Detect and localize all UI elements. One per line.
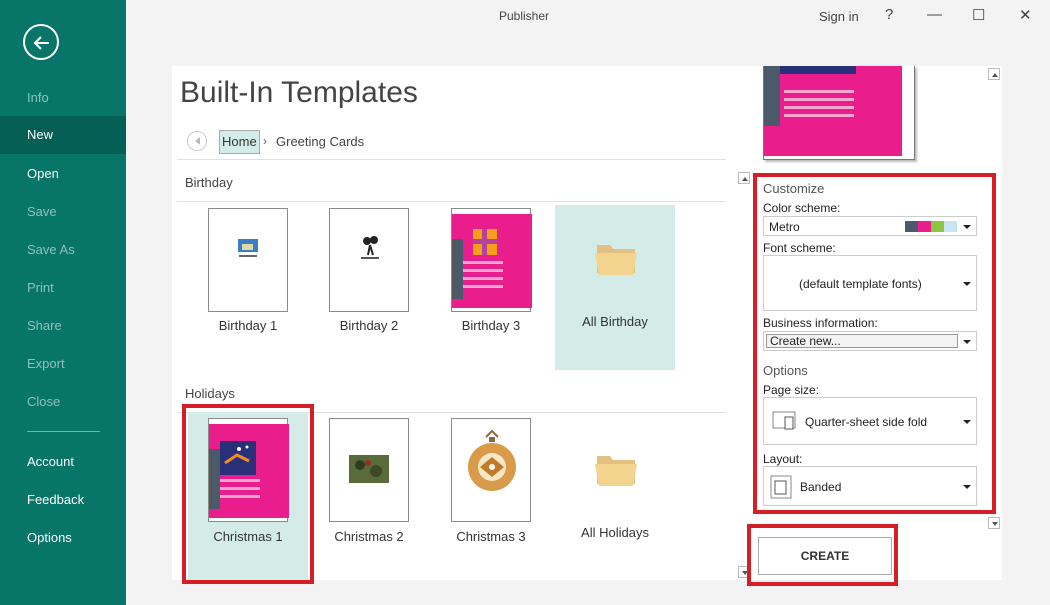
close-window-button[interactable]: ✕	[1019, 6, 1032, 24]
template-preview	[763, 66, 915, 160]
template-christmas-2[interactable]: Christmas 2	[309, 412, 429, 577]
template-thumbnail	[451, 208, 532, 312]
sidebar-item-save[interactable]: Save	[0, 193, 126, 231]
birthday-photo-icon	[238, 239, 258, 257]
sidebar-item-save-as[interactable]: Save As	[0, 231, 126, 269]
sidebar-item-close[interactable]: Close	[0, 383, 126, 421]
sign-in-link[interactable]: Sign in	[819, 9, 859, 24]
divider	[177, 159, 726, 160]
folder-icon	[595, 245, 637, 275]
divider	[177, 201, 726, 202]
all-birthday-folder[interactable]: All Birthday	[555, 205, 675, 370]
template-label: Birthday 1	[218, 318, 278, 333]
sidebar-divider	[27, 431, 100, 432]
breadcrumb-home[interactable]: Home	[219, 130, 260, 154]
app-title: Publisher	[499, 9, 550, 23]
preview-scroll-up-icon[interactable]	[988, 68, 1000, 80]
sidebar-item-open[interactable]: Open	[0, 155, 126, 193]
minimize-button[interactable]: —	[927, 6, 942, 23]
template-birthday-1[interactable]: Birthday 1	[188, 205, 308, 370]
breadcrumb-back-icon[interactable]	[187, 131, 207, 151]
template-thumbnail	[329, 418, 409, 522]
template-birthday-3[interactable]: Birthday 3	[431, 205, 551, 370]
highlight-create-button	[747, 524, 898, 586]
template-label: Christmas 3	[456, 529, 526, 544]
pink-card-icon	[452, 214, 532, 308]
sidebar-item-new[interactable]: New	[0, 116, 126, 154]
template-thumbnail	[208, 208, 288, 312]
sidebar-item-info[interactable]: Info	[0, 79, 126, 117]
sidebar-item-feedback[interactable]: Feedback	[0, 481, 126, 519]
title-bar: Publisher Sign in ? — ☐ ✕	[126, 0, 1050, 34]
section-label-birthday: Birthday	[185, 175, 233, 190]
template-birthday-2[interactable]: Birthday 2	[309, 205, 429, 370]
back-arrow-icon[interactable]	[23, 24, 59, 60]
template-label: Birthday 3	[461, 318, 521, 333]
section-label-holidays: Holidays	[185, 386, 235, 401]
sidebar-item-print[interactable]: Print	[0, 269, 126, 307]
folder-icon	[595, 456, 637, 486]
ornament-icon	[468, 429, 516, 491]
template-thumbnail	[451, 418, 531, 522]
template-label: Birthday 2	[339, 318, 399, 333]
sidebar-item-account[interactable]: Account	[0, 443, 126, 481]
scroll-up-arrow-icon[interactable]	[738, 172, 750, 184]
balloon-figure-icon	[361, 236, 379, 259]
sidebar-item-export[interactable]: Export	[0, 345, 126, 383]
highlight-customize-panel	[753, 173, 996, 514]
folder-label: All Birthday	[582, 314, 648, 329]
template-thumbnail	[329, 208, 409, 312]
sidebar-item-share[interactable]: Share	[0, 307, 126, 345]
template-label: Christmas 2	[334, 529, 404, 544]
help-button[interactable]: ?	[885, 6, 893, 23]
breadcrumb-current: Greeting Cards	[276, 134, 365, 149]
wreath-photo-icon	[349, 455, 389, 483]
maximize-button[interactable]: ☐	[972, 6, 985, 24]
preview-card-icon	[764, 66, 902, 156]
sidebar-item-options[interactable]: Options	[0, 519, 126, 557]
template-christmas-3[interactable]: Christmas 3	[431, 412, 551, 577]
all-holidays-folder[interactable]: All Holidays	[555, 412, 675, 577]
page-title: Built-In Templates	[180, 76, 418, 109]
folder-label: All Holidays	[581, 525, 649, 540]
breadcrumb-separator: ›	[263, 134, 267, 148]
highlight-selected-template	[182, 404, 314, 584]
preview-scroll-down-icon[interactable]	[988, 517, 1000, 529]
backstage-sidebar: Info New Open Save Save As Print Share E…	[0, 0, 126, 605]
